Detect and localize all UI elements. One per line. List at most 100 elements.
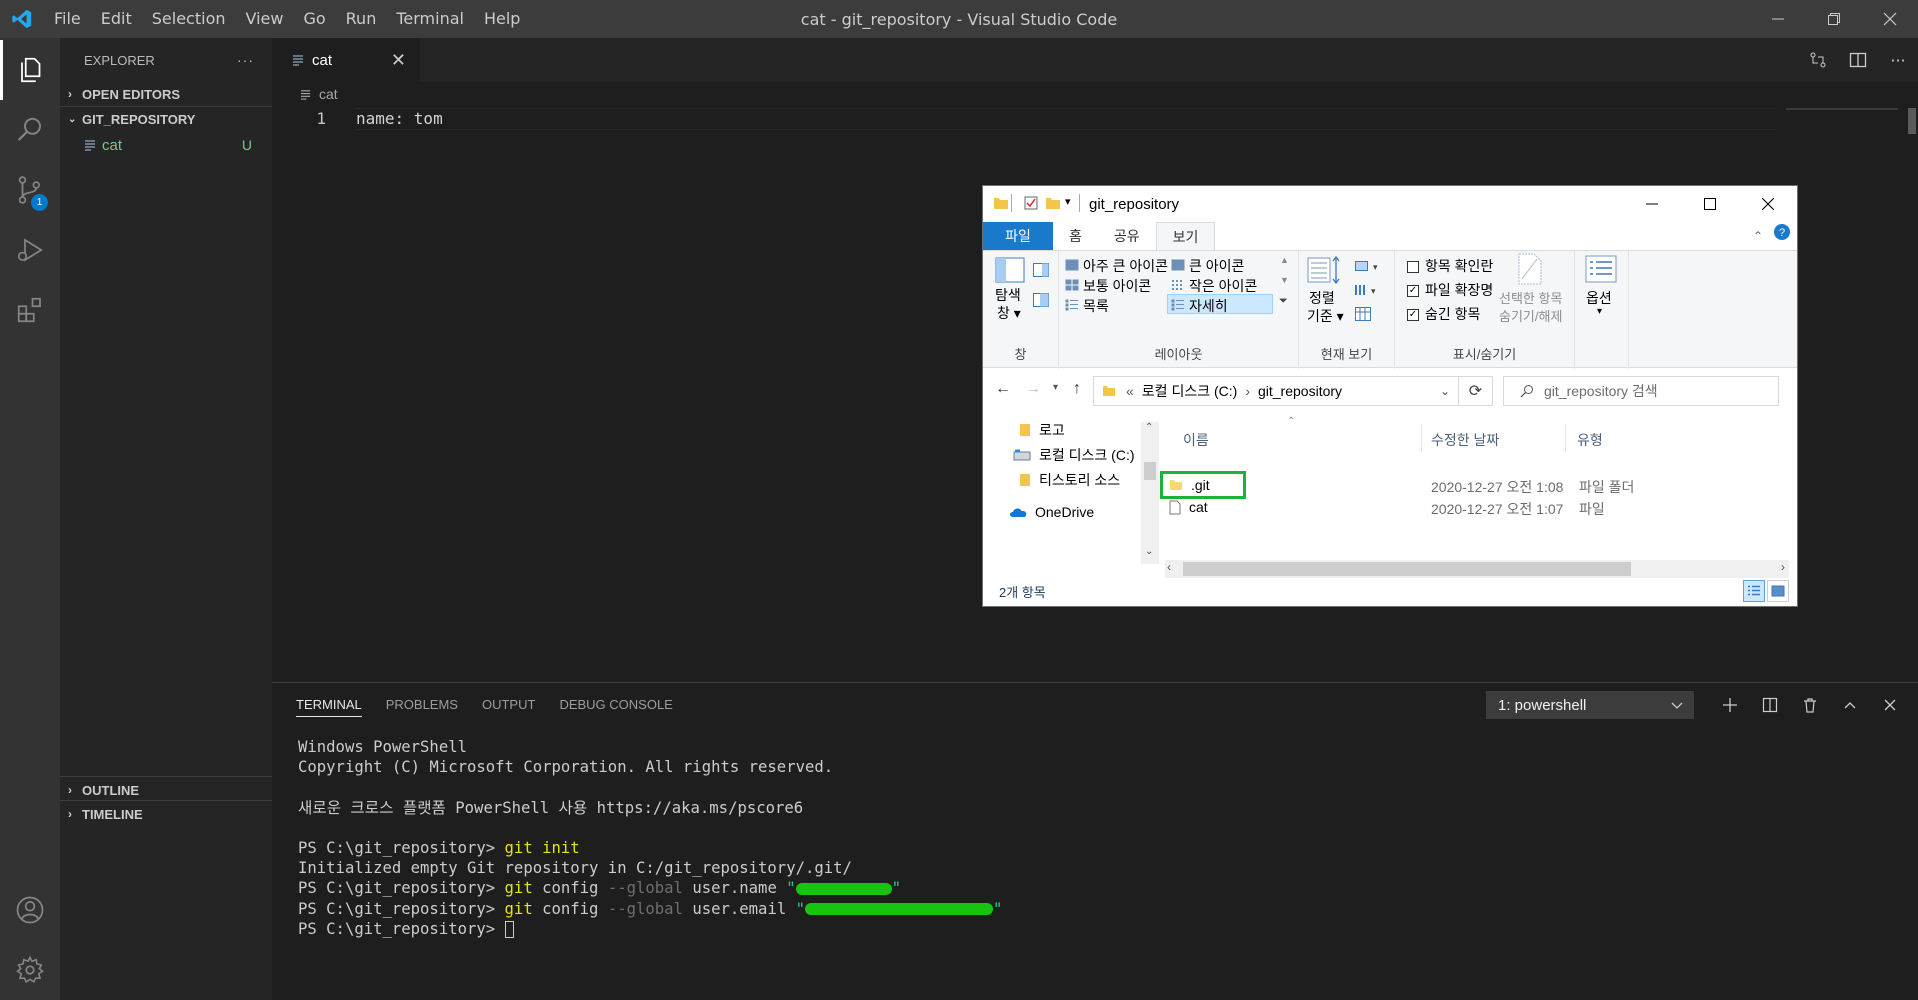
explorer-maximize-button[interactable] <box>1681 186 1739 222</box>
address-overflow[interactable]: « <box>1126 383 1134 399</box>
tab-debug-console[interactable]: DEBUG CONSOLE <box>559 697 672 712</box>
menu-view[interactable]: View <box>236 0 294 38</box>
more-actions-button[interactable]: ··· <box>237 52 254 68</box>
navigation-pane-icon[interactable] <box>995 257 1025 283</box>
group-by-icon[interactable]: ▾ <box>1355 259 1381 273</box>
recent-locations-icon[interactable]: ▾ <box>1053 382 1058 393</box>
maximize-panel-button[interactable] <box>1830 689 1870 721</box>
up-button[interactable]: ↑ <box>1073 380 1081 398</box>
menu-terminal[interactable]: Terminal <box>386 0 474 38</box>
ribbon-tab-file[interactable]: 파일 <box>983 222 1053 250</box>
layout-details[interactable]: 자세히 <box>1189 296 1228 316</box>
forward-button[interactable]: → <box>1025 380 1041 398</box>
column-divider[interactable] <box>1421 424 1422 452</box>
hidden-items-checkbox[interactable]: ✓ <box>1407 309 1419 321</box>
tab-terminal[interactable]: TERMINAL <box>296 692 362 717</box>
details-view-button[interactable] <box>1743 580 1765 602</box>
breadcrumb[interactable]: cat <box>272 82 338 106</box>
editor-scrollbar[interactable] <box>1908 108 1916 134</box>
item-check-boxes-checkbox[interactable] <box>1407 261 1419 273</box>
collapse-ribbon-icon[interactable]: ⌃ <box>1749 222 1767 250</box>
details-pane-icon[interactable] <box>1033 293 1049 307</box>
size-columns-icon[interactable] <box>1355 307 1371 321</box>
add-columns-icon[interactable]: ▾ <box>1355 283 1381 297</box>
address-bar[interactable]: « 로컬 디스크 (C:) › git_repository ⌄ <box>1093 376 1459 406</box>
layout-large-icons[interactable]: 큰 아이콘 <box>1189 256 1244 276</box>
layout-scroll-up-icon[interactable]: ▲ <box>1280 255 1289 265</box>
explorer-view-button[interactable] <box>0 40 60 100</box>
address-segment-c-drive[interactable]: 로컬 디스크 (C:) <box>1142 381 1238 401</box>
nav-item-c-drive[interactable]: 로컬 디스크 (C:) <box>1013 445 1135 465</box>
file-row-cat[interactable]: cat <box>1169 499 1208 515</box>
code-line[interactable]: name: tom <box>356 108 1776 130</box>
manage-button[interactable] <box>0 940 60 1000</box>
open-editors-section[interactable]: › OPEN EDITORS <box>60 82 272 106</box>
options-icon[interactable] <box>1585 255 1617 283</box>
close-panel-button[interactable] <box>1870 689 1910 721</box>
address-segment-repo[interactable]: git_repository <box>1258 383 1342 399</box>
scroll-thumb[interactable] <box>1183 562 1631 576</box>
layout-small-icons[interactable]: 작은 아이콘 <box>1189 276 1257 296</box>
ribbon-tab-view[interactable]: 보기 <box>1155 222 1216 250</box>
close-tab-icon[interactable]: ✕ <box>391 50 406 71</box>
file-item-cat[interactable]: cat U <box>60 132 272 158</box>
ribbon-tab-home[interactable]: 홈 <box>1053 222 1098 250</box>
explorer-minimize-button[interactable] <box>1623 186 1681 222</box>
hide-selected-items-icon[interactable] <box>1517 253 1543 285</box>
outline-section[interactable]: › OUTLINE <box>60 776 272 803</box>
explorer-close-button[interactable] <box>1739 186 1797 222</box>
code-area[interactable]: 1 name: tom <box>272 108 1918 130</box>
menu-file[interactable]: File <box>44 0 91 38</box>
address-dropdown-icon[interactable]: ⌄ <box>1440 384 1450 398</box>
layout-list[interactable]: 목록 <box>1083 296 1109 316</box>
options-label[interactable]: 옵션 <box>1586 288 1612 308</box>
file-extensions-checkbox[interactable]: ✓ <box>1407 285 1419 297</box>
extensions-view-button[interactable] <box>0 280 60 340</box>
layout-more-icon[interactable]: ⏷ <box>1279 295 1288 308</box>
search-box[interactable]: git_repository 검색 <box>1503 376 1779 406</box>
ribbon-tab-share[interactable]: 공유 <box>1098 222 1156 250</box>
sort-by-label[interactable]: 정렬 <box>1309 288 1335 308</box>
menu-edit[interactable]: Edit <box>91 0 142 38</box>
new-folder-icon[interactable] <box>1045 196 1061 210</box>
restore-button[interactable] <box>1806 0 1862 38</box>
layout-scroll-down-icon[interactable]: ▼ <box>1280 275 1289 285</box>
refresh-button[interactable]: ⟳ <box>1459 376 1493 406</box>
close-button[interactable] <box>1862 0 1918 38</box>
source-control-view-button[interactable]: 1 <box>0 160 60 220</box>
more-editor-actions-button[interactable]: ··· <box>1878 38 1918 82</box>
column-divider[interactable] <box>1565 424 1566 452</box>
tab-problems[interactable]: PROBLEMS <box>386 697 458 712</box>
git-repository-section[interactable]: ⌄ GIT_REPOSITORY <box>60 106 272 132</box>
menu-help[interactable]: Help <box>474 0 530 38</box>
search-view-button[interactable] <box>0 100 60 160</box>
help-icon[interactable]: ? <box>1767 222 1797 250</box>
scroll-left-icon[interactable]: ‹ <box>1167 560 1171 574</box>
menu-run[interactable]: Run <box>336 0 387 38</box>
properties-icon[interactable] <box>1023 195 1039 211</box>
column-date-modified[interactable]: 수정한 날짜 <box>1431 430 1499 450</box>
file-row-git[interactable]: .git <box>1169 477 1210 493</box>
terminal-output[interactable]: Windows PowerShell Copyright (C) Microsof… <box>298 737 1002 939</box>
accounts-button[interactable] <box>0 880 60 940</box>
nav-item-tistory[interactable]: 티스토리 소스 <box>1019 470 1120 490</box>
menu-go[interactable]: Go <box>293 0 335 38</box>
large-icons-view-button[interactable] <box>1767 580 1789 602</box>
kill-terminal-button[interactable] <box>1790 689 1830 721</box>
column-type[interactable]: 유형 <box>1577 430 1603 450</box>
minimize-button[interactable] <box>1750 0 1806 38</box>
sort-by-label-2[interactable]: 기준 ▾ <box>1307 306 1344 326</box>
tab-output[interactable]: OUTPUT <box>482 697 535 712</box>
back-button[interactable]: ← <box>995 380 1011 398</box>
timeline-section[interactable]: › TIMELINE <box>60 800 272 827</box>
navigation-pane-label[interactable]: 탐색 <box>995 285 1021 305</box>
split-editor-button[interactable] <box>1838 38 1878 82</box>
nav-item-logo[interactable]: 로고 <box>1019 420 1065 440</box>
terminal-selector[interactable]: 1: powershell <box>1486 691 1694 719</box>
new-terminal-button[interactable] <box>1710 689 1750 721</box>
navigation-scrollbar[interactable]: ⌃ ⌄ <box>1141 422 1159 564</box>
nav-item-onedrive[interactable]: OneDrive <box>1009 504 1094 520</box>
quick-access-dropdown-icon[interactable]: ▾ <box>1065 195 1071 208</box>
scroll-down-icon[interactable]: ⌄ <box>1145 546 1153 557</box>
preview-pane-icon[interactable] <box>1033 263 1049 277</box>
